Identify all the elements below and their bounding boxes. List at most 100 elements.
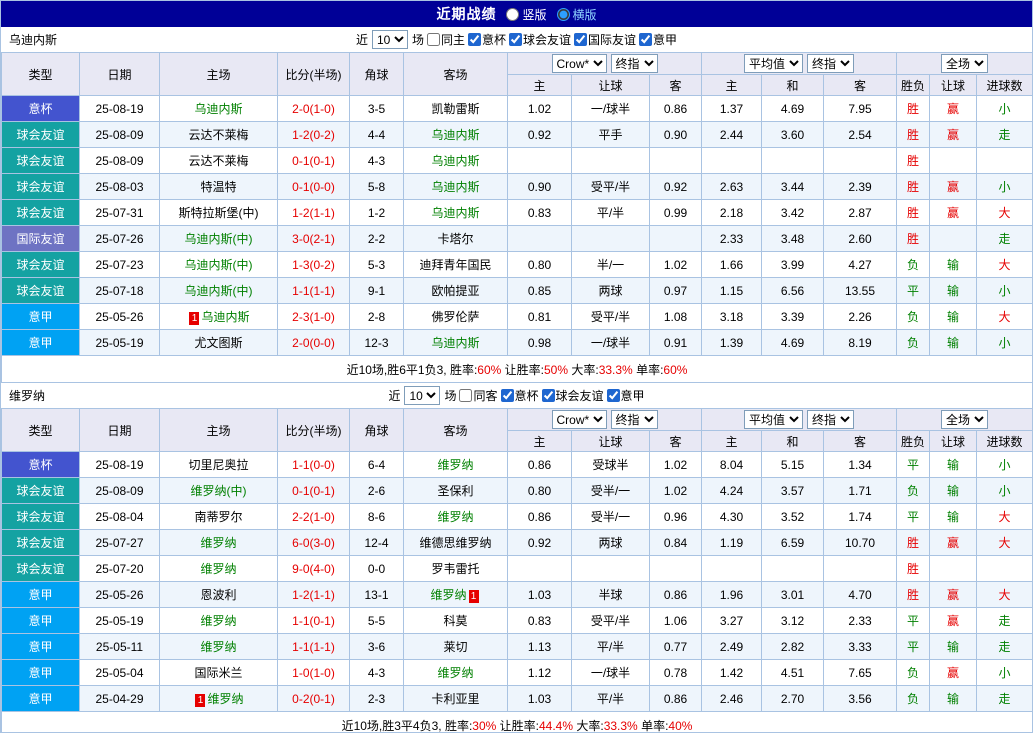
score-cell: 1-3(0-2) bbox=[278, 252, 350, 278]
away-team: 圣保利 bbox=[404, 478, 508, 504]
filter-checkbox-label: 意杯 bbox=[482, 31, 506, 48]
result-handicap: 输 bbox=[930, 278, 977, 304]
summary-line: 近10场,胜3平4负3, 胜率:30% 让胜率:44.4% 大率:33.3% 单… bbox=[2, 712, 1033, 733]
score-cell: 1-1(0-0) bbox=[278, 452, 350, 478]
result-outcome: 平 bbox=[897, 452, 930, 478]
result-handicap: 输 bbox=[930, 252, 977, 278]
subcol-header: 客 bbox=[650, 431, 702, 452]
match-date: 25-05-19 bbox=[80, 330, 160, 356]
avg-source-select[interactable]: 平均值 bbox=[744, 410, 803, 429]
filter-checkbox-1[interactable]: 意杯 bbox=[501, 387, 539, 404]
away-team: 欧帕提亚 bbox=[404, 278, 508, 304]
filter-checkbox-3[interactable]: 国际友谊 bbox=[574, 31, 636, 48]
filter-checkbox-input[interactable] bbox=[427, 33, 440, 46]
subcol-header: 客 bbox=[650, 75, 702, 96]
avg-home-odds bbox=[702, 556, 762, 582]
score-cell: 0-1(0-0) bbox=[278, 174, 350, 200]
red-card-badge: 1 bbox=[469, 590, 479, 603]
filter-checkbox-input[interactable] bbox=[574, 33, 587, 46]
filter-checkbox-label: 同客 bbox=[473, 387, 497, 404]
vertical-radio[interactable] bbox=[506, 8, 519, 21]
filter-checkbox-input[interactable] bbox=[459, 389, 472, 402]
match-type-badge: 意甲 bbox=[2, 686, 80, 712]
team-name-text: 云达不莱梅 bbox=[188, 154, 248, 168]
filter-checkbox-input[interactable] bbox=[639, 33, 652, 46]
view-option-vertical[interactable]: 竖版 bbox=[506, 6, 546, 23]
handicap-away-odds: 0.78 bbox=[650, 660, 702, 686]
away-team: 卡利亚里 bbox=[404, 686, 508, 712]
home-team: 乌迪内斯 bbox=[160, 96, 278, 122]
filter-checkbox-0[interactable]: 同主 bbox=[427, 31, 465, 48]
team-name-text: 乌迪内斯 bbox=[431, 128, 479, 142]
odds-time-select[interactable]: 终指 bbox=[611, 54, 658, 73]
summary-segment: 大率: bbox=[568, 363, 599, 377]
match-date: 25-08-09 bbox=[80, 148, 160, 174]
corner-cell: 3-5 bbox=[350, 96, 404, 122]
handicap-line: 两球 bbox=[572, 278, 650, 304]
team-name-text: 乌迪内斯 bbox=[431, 336, 479, 350]
filter-checkbox-0[interactable]: 同客 bbox=[459, 387, 497, 404]
result-outcome: 平 bbox=[897, 504, 930, 530]
away-team: 迪拜青年国民 bbox=[404, 252, 508, 278]
match-type-badge: 球会友谊 bbox=[2, 122, 80, 148]
match-type-badge: 意甲 bbox=[2, 634, 80, 660]
team-name-text: 云达不莱梅 bbox=[188, 128, 248, 142]
filter-checkbox-4[interactable]: 意甲 bbox=[639, 31, 677, 48]
odds-group-header: Crow*终指 bbox=[508, 409, 702, 431]
odds-source-select[interactable]: Crow* bbox=[552, 54, 607, 73]
result-outcome: 胜 bbox=[897, 96, 930, 122]
subcol-header: 主 bbox=[508, 431, 572, 452]
team-filter-bar: 乌迪内斯近10场同主意杯球会友谊国际友谊意甲 bbox=[1, 27, 1032, 52]
filter-checkbox-input[interactable] bbox=[509, 33, 522, 46]
result-goals bbox=[977, 556, 1033, 582]
avg-time-select[interactable]: 终指 bbox=[807, 410, 854, 429]
handicap-line bbox=[572, 556, 650, 582]
horizontal-radio[interactable] bbox=[557, 8, 570, 21]
filter-checkbox-input[interactable] bbox=[607, 389, 620, 402]
corner-cell: 5-8 bbox=[350, 174, 404, 200]
match-row: 意甲25-05-11维罗纳1-1(1-1)3-6莱切1.13平/半0.772.4… bbox=[2, 634, 1033, 660]
home-team: 尤文图斯 bbox=[160, 330, 278, 356]
result-scope-select[interactable]: 全场 bbox=[941, 54, 988, 73]
avg-draw-odds: 4.69 bbox=[762, 330, 824, 356]
avg-time-select[interactable]: 终指 bbox=[807, 54, 854, 73]
filter-checkbox-input[interactable] bbox=[468, 33, 481, 46]
avg-draw-odds: 3.60 bbox=[762, 122, 824, 148]
home-team: 维罗纳 bbox=[160, 634, 278, 660]
odds-time-select[interactable]: 终指 bbox=[611, 410, 658, 429]
home-team: 乌迪内斯(中) bbox=[160, 278, 278, 304]
filter-checkbox-2[interactable]: 球会友谊 bbox=[542, 387, 604, 404]
match-type-badge: 意杯 bbox=[2, 96, 80, 122]
handicap-away-odds bbox=[650, 556, 702, 582]
filter-checkbox-input[interactable] bbox=[501, 389, 514, 402]
home-team: 维罗纳 bbox=[160, 608, 278, 634]
corner-cell: 4-4 bbox=[350, 122, 404, 148]
match-row: 意甲25-04-291维罗纳0-2(0-1)2-3卡利亚里1.03平/半0.86… bbox=[2, 686, 1033, 712]
score-cell: 2-3(1-0) bbox=[278, 304, 350, 330]
filter-checkbox-3[interactable]: 意甲 bbox=[607, 387, 645, 404]
home-team: 乌迪内斯(中) bbox=[160, 226, 278, 252]
subcol-header: 客 bbox=[824, 75, 897, 96]
away-team: 卡塔尔 bbox=[404, 226, 508, 252]
col-header-5: 客场 bbox=[404, 53, 508, 96]
away-team: 维德思维罗纳 bbox=[404, 530, 508, 556]
result-handicap: 输 bbox=[930, 504, 977, 530]
avg-source-select[interactable]: 平均值 bbox=[744, 54, 803, 73]
vertical-radio-label: 竖版 bbox=[522, 6, 546, 23]
games-label: 场 bbox=[444, 387, 456, 404]
odds-source-select[interactable]: Crow* bbox=[552, 410, 607, 429]
result-scope-select[interactable]: 全场 bbox=[941, 410, 988, 429]
filter-checkbox-2[interactable]: 球会友谊 bbox=[509, 31, 571, 48]
filter-checkbox-input[interactable] bbox=[542, 389, 555, 402]
filter-checkbox-1[interactable]: 意杯 bbox=[468, 31, 506, 48]
avg-away-odds: 7.65 bbox=[824, 660, 897, 686]
avg-home-odds: 4.24 bbox=[702, 478, 762, 504]
matches-count-select[interactable]: 10 bbox=[372, 30, 408, 49]
result-goals: 大 bbox=[977, 252, 1033, 278]
score-cell: 3-0(2-1) bbox=[278, 226, 350, 252]
matches-count-select[interactable]: 10 bbox=[404, 386, 440, 405]
match-type-badge: 意甲 bbox=[2, 304, 80, 330]
result-outcome: 平 bbox=[897, 278, 930, 304]
team-name-text: 科莫 bbox=[443, 614, 467, 628]
view-option-horizontal[interactable]: 横版 bbox=[557, 6, 597, 23]
